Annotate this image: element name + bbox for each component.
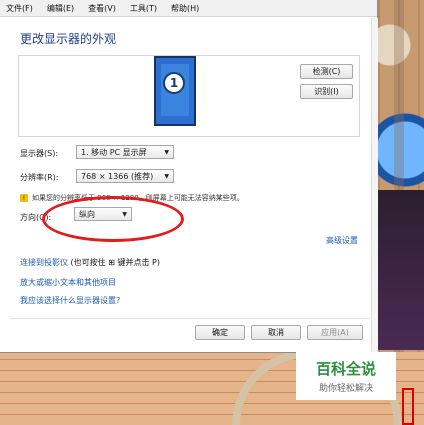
text-size-link[interactable]: 放大或缩小文本和其他项目 [20, 277, 116, 288]
connect-projector-link[interactable]: 连接到投影仪 [20, 258, 68, 267]
game-red-marker [402, 388, 414, 425]
game-character [378, 190, 424, 350]
monitor-icon[interactable]: 1 [154, 56, 196, 126]
menu-view[interactable]: 查看(V) [88, 3, 116, 14]
projector-hint-text-2: 键并点击 P) [117, 258, 160, 267]
window-scrollbar[interactable] [371, 18, 378, 352]
display-settings-window: 文件(F) 编辑(E) 查看(V) 工具(T) 帮助(H) 更改显示器的外观 1… [0, 0, 378, 353]
menu-tools[interactable]: 工具(T) [130, 3, 157, 14]
page-title: 更改显示器的外观 [20, 32, 117, 46]
chevron-down-icon: ▼ [164, 149, 169, 156]
projector-hint-text: (也可按住 [70, 258, 106, 267]
resolution-select-value: 768 × 1366 (推荐) [81, 171, 154, 181]
menu-bar: 文件(F) 编辑(E) 查看(V) 工具(T) 帮助(H) [0, 0, 377, 17]
footer-divider [10, 318, 370, 319]
watermark-subtitle: 助你轻松解决 [318, 384, 373, 394]
ok-button[interactable]: 确定 [195, 325, 245, 340]
watermark-title: 百科全说 [315, 360, 376, 378]
which-settings-link[interactable]: 我应该选择什么显示器设置? [20, 295, 120, 306]
resolution-select[interactable]: 768 × 1366 (推荐) ▼ [76, 169, 174, 183]
menu-help[interactable]: 帮助(H) [171, 3, 199, 14]
display-label: 显示器(S): [20, 149, 59, 158]
watermark-logo: 百科全说 助你轻松解决 [296, 352, 396, 400]
detect-button[interactable]: 检测(C) [300, 64, 353, 79]
apply-button[interactable]: 应用(A) [307, 325, 363, 340]
advanced-settings-link[interactable]: 高级设置 [326, 235, 358, 246]
windows-logo-icon: ⊞ [108, 258, 115, 267]
projector-link-row: 连接到投影仪 (也可按住 ⊞ 键并点击 P) [20, 257, 160, 268]
warning-icon: ! [20, 194, 28, 202]
display-select-value: 1. 移动 PC 显示屏 [81, 147, 147, 157]
cancel-button[interactable]: 取消 [251, 325, 301, 340]
highlight-oval [42, 196, 184, 242]
display-select[interactable]: 1. 移动 PC 显示屏 ▼ [76, 145, 174, 159]
identify-button[interactable]: 识别(I) [300, 84, 353, 99]
resolution-label: 分辨率(R): [20, 173, 59, 182]
menu-file[interactable]: 文件(F) [6, 3, 33, 14]
menu-edit[interactable]: 编辑(E) [47, 3, 74, 14]
chevron-down-icon: ▼ [164, 173, 169, 180]
monitor-number-badge: 1 [163, 72, 185, 94]
